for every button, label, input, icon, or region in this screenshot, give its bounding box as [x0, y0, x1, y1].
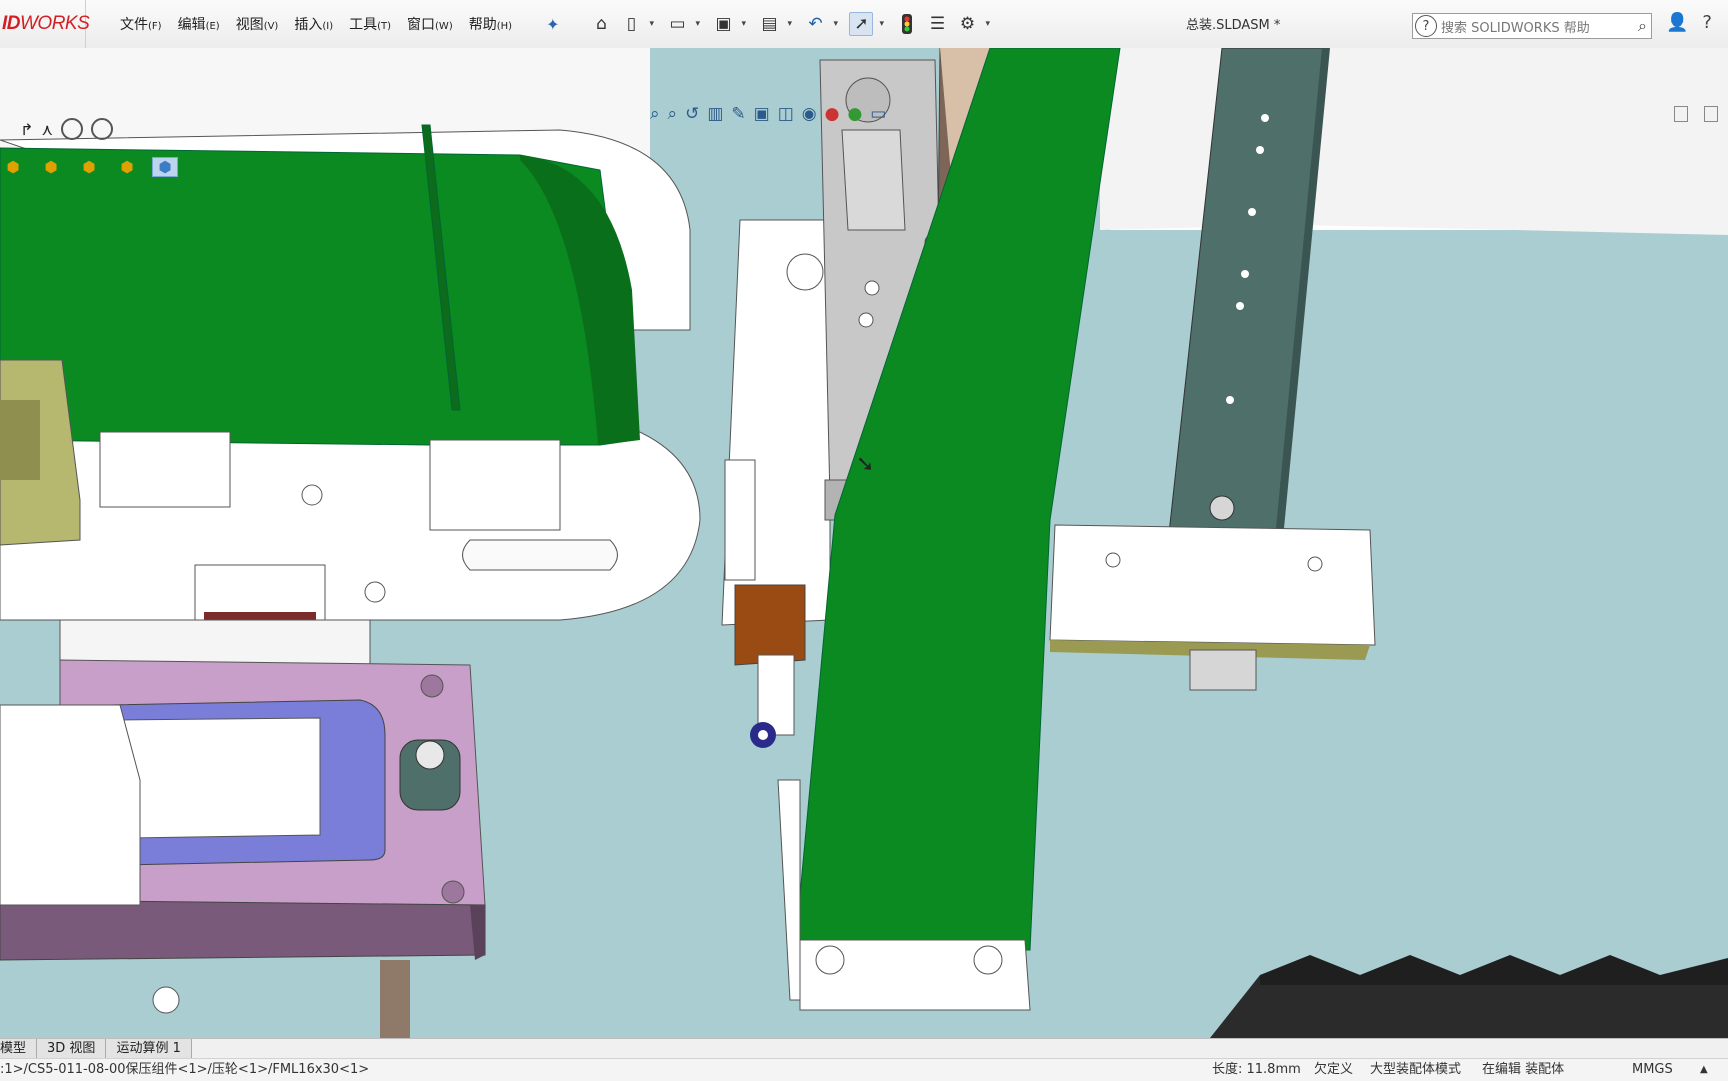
pin-menu-icon[interactable]: ✦: [546, 15, 559, 34]
heads-up-view-toolbar: ⌕ ⌕ ↺ ▥ ✎ ▣ ◫ ◉ ● ● ▭: [650, 104, 886, 124]
subassembly-cube-icon[interactable]: ⬢: [76, 157, 102, 177]
save-icon[interactable]: ▣: [711, 12, 735, 36]
options-gear-icon[interactable]: ⚙: [955, 12, 979, 36]
traffic-light-icon[interactable]: [895, 12, 919, 36]
menu-file[interactable]: 文件(F): [120, 14, 162, 34]
help-icon[interactable]: ?: [1702, 12, 1712, 33]
unit-menu-caret-icon[interactable]: ▲: [1700, 1059, 1708, 1081]
concentric-circle-icon[interactable]: [61, 118, 84, 140]
status-bar: :1>/CS5-011-08-00保压组件<1>/压轮<1>/FML16x30<…: [0, 1058, 1728, 1081]
hide-show-items-icon[interactable]: ◉: [802, 104, 817, 124]
solidworks-logo[interactable]: ID WORKS: [0, 0, 90, 48]
3d-model-view: [0, 48, 1728, 1038]
assembly-mode[interactable]: 大型装配体模式: [1370, 1059, 1461, 1081]
display-style-icon[interactable]: ◫: [778, 104, 794, 124]
subassembly-cube-icon[interactable]: ⬢: [38, 157, 64, 177]
mouse-pointer-icon: ➘: [856, 452, 875, 477]
traffic-light-svg: [902, 14, 913, 34]
options-dropdown-icon[interactable]: ▾: [985, 19, 995, 29]
main-menu: 文件(F) 编辑(E) 视图(V) 插入(I) 工具(T) 窗口(W) 帮助(H…: [120, 14, 528, 34]
new-document-icon[interactable]: ▯: [619, 12, 643, 36]
print-dropdown-icon[interactable]: ▾: [787, 19, 797, 29]
sketch-line-icon[interactable]: ⋏: [41, 120, 53, 139]
print-icon[interactable]: ▤: [757, 12, 781, 36]
zoom-to-area-icon[interactable]: ⌕: [668, 104, 678, 124]
undo-dropdown-icon[interactable]: ▾: [833, 19, 843, 29]
open-folder-icon[interactable]: ▭: [665, 12, 689, 36]
circle-outline-icon[interactable]: [91, 118, 114, 140]
bottom-tab-bar: 模型 3D 视图 运动算例 1: [0, 1038, 1728, 1059]
panel-collapse-icon[interactable]: [1674, 106, 1688, 122]
unit-system[interactable]: MMGS: [1632, 1059, 1673, 1081]
menu-window[interactable]: 窗口(W): [407, 14, 453, 34]
file-properties-icon[interactable]: ☰: [925, 12, 949, 36]
subassembly-cube-icon[interactable]: ⬢: [114, 157, 140, 177]
edit-appearance-icon[interactable]: ●: [825, 104, 840, 124]
home-icon[interactable]: ⌂: [589, 12, 613, 36]
redirect-arrow-icon[interactable]: ↱: [20, 120, 33, 139]
open-dropdown-icon[interactable]: ▾: [695, 19, 705, 29]
new-dropdown-icon[interactable]: ▾: [649, 19, 659, 29]
menu-bar: ID WORKS 文件(F) 编辑(E) 视图(V) 插入(I) 工具(T) 窗口…: [0, 0, 1728, 49]
tab-3d-view[interactable]: 3D 视图: [37, 1039, 107, 1059]
assembly-cube-icon[interactable]: ⬢: [0, 157, 26, 177]
length-readout: 长度: 11.8mm: [1212, 1062, 1301, 1077]
left-tool-icons: ↱ ⋏: [20, 118, 114, 140]
task-pane-buttons: [1674, 106, 1718, 122]
component-breadcrumb-bar: ⬢ ⬢ ⬢ ⬢ ⬢: [0, 154, 190, 180]
menu-view[interactable]: 视图(V): [236, 14, 279, 34]
search-input[interactable]: 搜索 SOLIDWORKS 帮助: [1441, 17, 1590, 36]
menu-insert[interactable]: 插入(I): [294, 14, 333, 34]
definition-state: 欠定义: [1314, 1062, 1354, 1077]
select-dropdown-icon[interactable]: ▾: [879, 19, 889, 29]
editing-context: 在编辑 装配体: [1482, 1062, 1565, 1077]
standard-toolbar: ⌂ ▯ ▾ ▭ ▾ ▣ ▾ ▤ ▾ ↶ ▾ ➚ ▾ ☰ ⚙ ▾: [589, 12, 995, 36]
section-view-icon[interactable]: ▥: [707, 104, 723, 124]
panel-expand-icon[interactable]: [1704, 106, 1718, 122]
apply-scene-icon[interactable]: ●: [847, 104, 862, 124]
menu-edit[interactable]: 编辑(E): [178, 14, 220, 34]
zoom-to-fit-icon[interactable]: ⌕: [650, 104, 660, 124]
previous-view-icon[interactable]: ↺: [685, 104, 699, 124]
undo-icon[interactable]: ↶: [803, 12, 827, 36]
selection-path: :1>/CS5-011-08-00保压组件<1>/压轮<1>/FML16x30<…: [0, 1062, 370, 1077]
help-question-icon: ?: [1415, 15, 1437, 37]
dynamic-annotation-icon[interactable]: ✎: [731, 104, 745, 124]
save-dropdown-icon[interactable]: ▾: [741, 19, 751, 29]
menu-help[interactable]: 帮助(H): [469, 14, 512, 34]
view-orientation-icon[interactable]: ▣: [754, 104, 770, 124]
menu-tools[interactable]: 工具(T): [349, 14, 391, 34]
search-icon[interactable]: ⌕: [1638, 16, 1647, 36]
tab-model[interactable]: 模型: [0, 1039, 38, 1059]
document-title: 总装.SLDASM *: [1186, 18, 1281, 33]
graphics-area[interactable]: ⌕ ⌕ ↺ ▥ ✎ ▣ ◫ ◉ ● ● ▭ ↱ ⋏ ⬢ ⬢ ⬢ ⬢ ⬢ ➘: [0, 48, 1728, 1038]
part-cube-icon[interactable]: ⬢: [152, 157, 178, 177]
tab-motion-study[interactable]: 运动算例 1: [106, 1039, 192, 1059]
view-settings-icon[interactable]: ▭: [870, 104, 886, 124]
user-account-icon[interactable]: 👤: [1666, 12, 1688, 33]
select-pointer-icon[interactable]: ➚: [849, 12, 874, 36]
help-search-box[interactable]: ? 搜索 SOLIDWORKS 帮助 ⌕: [1412, 13, 1652, 39]
